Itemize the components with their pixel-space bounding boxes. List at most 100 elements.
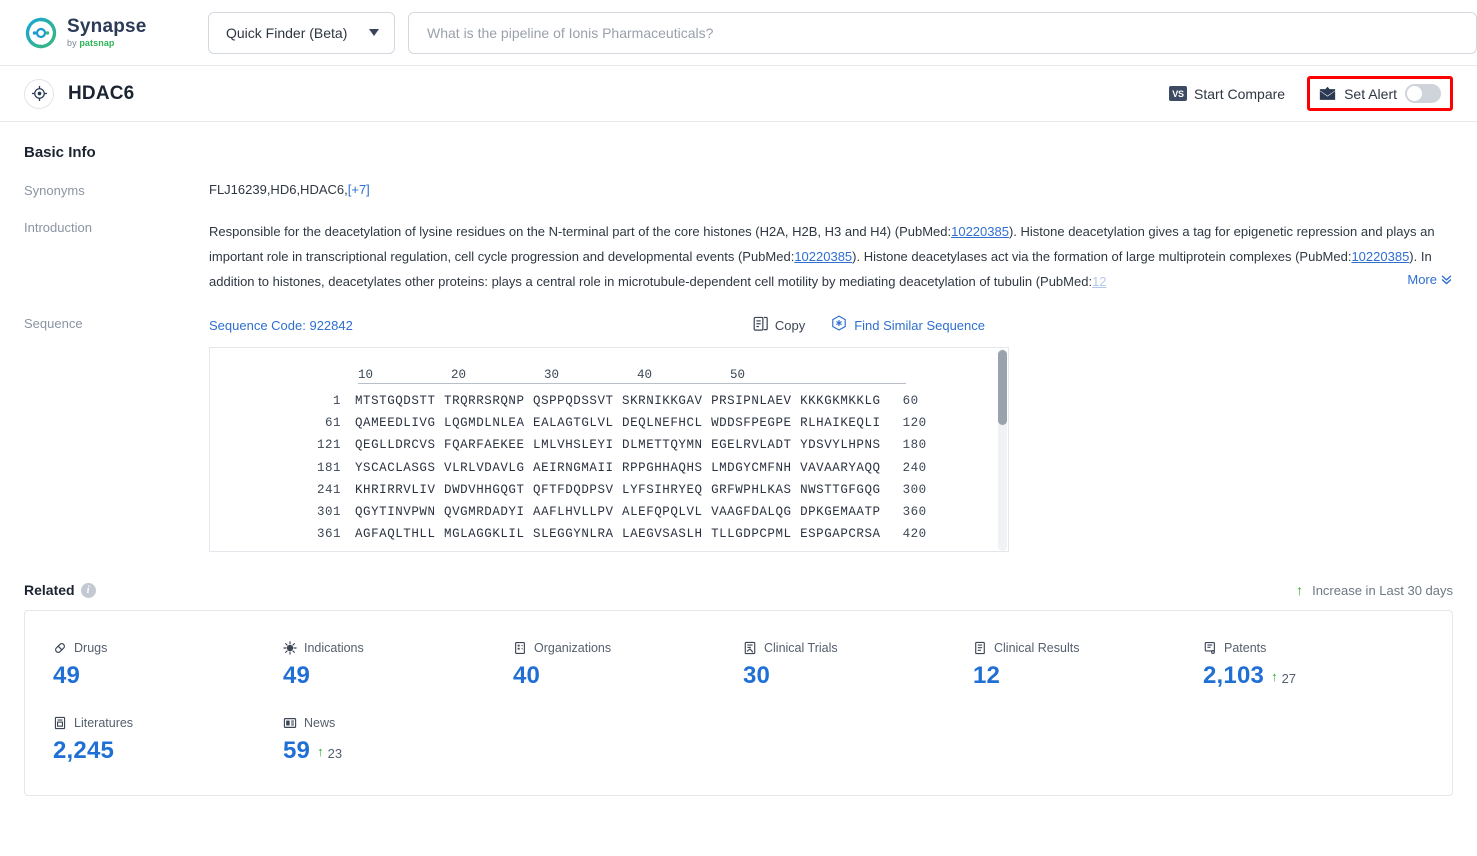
synonyms-more-link[interactable]: [+7] — [348, 182, 370, 197]
basic-info-title: Basic Info — [24, 144, 96, 161]
related-card: Drugs 49 Indications 49 Organizations 40 Clini… — [24, 610, 1453, 796]
intro-part-3: ). Histone deacetylases act via the form… — [852, 249, 1352, 264]
copy-icon — [753, 316, 768, 335]
sequence-value: Sequence Code: 922842 Copy Find Similar … — [209, 315, 1453, 552]
virus-icon — [283, 641, 297, 655]
pubmed-link-2[interactable]: 10220385 — [794, 249, 852, 264]
sequence-ruler: 10 20 30 40 50 — [210, 368, 1008, 390]
stat-cell-patents[interactable]: Patents 2,103 ↑ 27 — [1203, 641, 1433, 690]
sequence-code[interactable]: Sequence Code: 922842 — [209, 318, 353, 333]
sequence-chunk: EGELRVLADT — [711, 438, 792, 453]
more-label: More — [1407, 272, 1437, 287]
introduction-row: Introduction Responsible for the deacety… — [24, 219, 1453, 294]
sequence-chunk: SLEGGYNLRA — [533, 527, 614, 542]
stat-value-row: 12 — [973, 662, 1203, 690]
quick-finder-label: Quick Finder (Beta) — [226, 24, 348, 41]
stat-cell-clinical-trials[interactable]: Clinical Trials 30 — [743, 641, 973, 690]
stat-cell-clinical-results[interactable]: Clinical Results 12 — [973, 641, 1203, 690]
find-similar-label: Find Similar Sequence — [854, 317, 985, 333]
sequence-line: 181 YSCACLASGS VLRLVDAVLG AEIRNGMAII RPPGHHA… — [210, 457, 1008, 479]
sequence-chunk: LAEGVSASLH — [622, 527, 703, 542]
up-arrow-icon: ↑ — [1296, 582, 1304, 598]
sequence-start-index: 241 — [316, 482, 341, 497]
sequence-chunk: LQGMDLNLEA — [444, 416, 525, 431]
stat-value: 2,245 — [53, 737, 115, 764]
sequence-viewer[interactable]: 10 20 30 40 50 1 MTSTGQDSTT TRQRRSRQNP QSPPQDSS… — [209, 347, 1009, 552]
stat-value: 2,103 — [1203, 662, 1265, 689]
stat-label: Indications — [283, 641, 513, 655]
sequence-chunk: RLHAIKEQLI — [800, 416, 881, 431]
stat-cell-indications[interactable]: Indications 49 — [283, 641, 513, 690]
sequence-end-index: 60 — [902, 394, 919, 409]
brand-logo[interactable]: Synapse by patsnap — [24, 16, 172, 50]
stat-cell-literatures[interactable]: Literatures 2,245 — [53, 716, 283, 765]
sequence-row: Sequence Sequence Code: 922842 Copy Find… — [24, 315, 1453, 552]
literature-icon — [53, 716, 67, 730]
sequence-line: 361 AGFAQLTHLL MGLAGGKLIL SLEGGYNLRA LAEGVSA… — [210, 523, 1008, 545]
sequence-line: 301 QGYTINVPWN QVGMRDADYI AAFLHVLLPV ALEFQPQ… — [210, 501, 1008, 523]
quick-finder-select[interactable]: Quick Finder (Beta) — [208, 11, 395, 54]
target-icon — [24, 78, 54, 109]
stat-cell-drugs[interactable]: Drugs 49 — [53, 641, 283, 690]
set-alert-toggle[interactable] — [1405, 84, 1441, 103]
sequence-chunk: LMLVHSLEYI — [533, 438, 614, 453]
stat-label: Patents — [1203, 641, 1433, 655]
sequence-residues: YSCACLASGS VLRLVDAVLG AEIRNGMAII RPPGHHAQHS… — [355, 461, 881, 475]
entity-header: HDAC6 VS Start Compare Set Alert — [0, 66, 1477, 122]
sequence-scrollbar-thumb[interactable] — [998, 350, 1007, 425]
sequence-tools: Copy Find Similar Sequence — [753, 315, 1453, 335]
search-box[interactable] — [408, 11, 1477, 54]
sequence-scrollbar[interactable] — [998, 349, 1007, 551]
sequence-chunk: ALEFQPQLVL — [622, 505, 703, 520]
find-similar-sequence-button[interactable]: Find Similar Sequence — [831, 315, 985, 335]
increase-legend-label: Increase in Last 30 days — [1312, 582, 1453, 598]
patent-icon — [1203, 641, 1217, 655]
copy-sequence-button[interactable]: Copy — [753, 316, 805, 335]
sequence-end-index: 240 — [902, 460, 927, 475]
sequence-chunk: DLMETTQYMN — [622, 438, 703, 453]
ruler-tick: 30 — [544, 368, 560, 382]
pubmed-link-3[interactable]: 10220385 — [1351, 249, 1409, 264]
news-icon — [283, 716, 297, 730]
synonyms-text: FLJ16239,HD6,HDAC6, — [209, 182, 348, 197]
pubmed-link-1[interactable]: 10220385 — [951, 224, 1009, 239]
sequence-start-index: 181 — [316, 460, 341, 475]
up-arrow-icon: ↑ — [317, 744, 324, 759]
sequence-content: 10 20 30 40 50 1 MTSTGQDSTT TRQRRSRQNP QSPPQDSS… — [210, 348, 1008, 545]
brand-name: Synapse — [67, 16, 147, 37]
sequence-start-index: 1 — [332, 394, 341, 409]
sequence-chunk: LMDGYCMFNH — [711, 460, 792, 475]
sequence-residues: QAMEEDLIVG LQGMDLNLEA EALAGTGLVL DEQLNEFHCL… — [355, 416, 881, 430]
introduction-label: Introduction — [24, 220, 92, 235]
set-alert-control[interactable]: Set Alert — [1307, 76, 1453, 111]
sequence-chunk: VLRLVDAVLG — [444, 460, 525, 475]
sequence-chunk: YSCACLASGS — [355, 460, 436, 475]
up-arrow-icon: ↑ — [1271, 669, 1278, 684]
increase-legend: ↑ Increase in Last 30 days — [1296, 583, 1453, 598]
intro-part-1: Responsible for the deacetylation of lys… — [209, 224, 952, 239]
start-compare-button[interactable]: VS Start Compare — [1169, 86, 1285, 102]
sequence-chunk: DPKGEMAATP — [800, 505, 881, 520]
ruler-line — [358, 383, 906, 384]
sequence-chunk: SKRNIKKGAV — [622, 394, 703, 409]
stat-label: Clinical Results — [973, 641, 1203, 655]
sequence-lines: 1 MTSTGQDSTT TRQRRSRQNP QSPPQDSSVT SKRNIKKGA… — [210, 390, 1008, 545]
clinical-result-icon — [973, 641, 987, 655]
stat-delta: ↑ 27 — [1271, 669, 1296, 686]
start-compare-label: Start Compare — [1194, 85, 1286, 102]
stat-label-text: Literatures — [74, 716, 134, 730]
sequence-line: 61 QAMEEDLIVG LQGMDLNLEA EALAGTGLVL DEQLNEFH… — [210, 412, 1008, 434]
introduction-more-button[interactable]: More — [1406, 267, 1453, 294]
sequence-start-index: 121 — [316, 438, 341, 453]
pubmed-link-4-truncated[interactable]: 12 — [1092, 274, 1106, 289]
sequence-chunk: WDDSFPEGPE — [711, 416, 792, 431]
sequence-chunk: QFTFDQDPSV — [533, 482, 614, 497]
info-icon[interactable]: i — [80, 582, 96, 598]
search-input[interactable] — [425, 23, 1460, 42]
clinical-trial-icon — [743, 641, 757, 655]
stat-cell-organizations[interactable]: Organizations 40 — [513, 641, 743, 690]
stat-label: Clinical Trials — [743, 641, 973, 655]
stat-cell-news[interactable]: News 59 ↑ 23 — [283, 716, 513, 765]
sequence-chunk: QGYTINVPWN — [355, 505, 436, 520]
ruler-numbers: 10 20 30 40 50 — [321, 368, 881, 383]
